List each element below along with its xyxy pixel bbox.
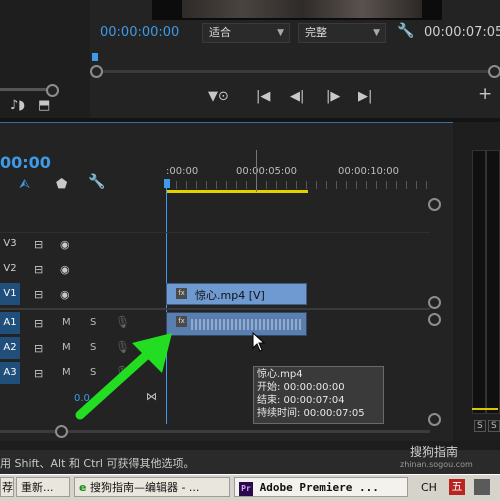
vscroll-knob-bottom[interactable] — [428, 413, 441, 426]
green-arrow-icon — [75, 333, 172, 420]
ruler-tick-0: :00:00 — [166, 166, 199, 177]
export-frame-icon[interactable]: ⬒ — [38, 99, 50, 112]
track-label-a3[interactable]: A3 — [0, 362, 20, 384]
toggle-sync-lock-icon[interactable]: ⊟ — [34, 288, 43, 301]
chevron-down-icon: ▼ — [373, 28, 380, 38]
tooltip-start: 开始: 00:00:00:00 — [257, 382, 345, 393]
watermark-name: 搜狗指南 — [410, 445, 459, 459]
add-button-icon[interactable]: + — [478, 86, 492, 103]
video-frame-content — [182, 0, 422, 18]
video-clip-label: 惊心.mp4 [V] — [195, 289, 265, 302]
vscroll-knob-mid[interactable] — [428, 296, 441, 309]
meter-peak-line — [472, 408, 498, 410]
eye-icon[interactable]: ◉ — [60, 263, 70, 276]
premiere-icon: Pr — [239, 482, 253, 496]
solo-left-button[interactable]: S — [474, 420, 486, 432]
hscroll-knob[interactable] — [55, 425, 68, 438]
taskbar-item-4-label: Adobe Premiere ... — [259, 481, 379, 494]
scrub-knob-left[interactable] — [90, 65, 103, 78]
audio-clip[interactable]: fx — [166, 312, 307, 336]
toggle-sync-lock-icon[interactable]: ⊟ — [34, 342, 43, 355]
video-frame — [152, 0, 442, 20]
snap-icon[interactable]: ⮙ — [19, 178, 30, 191]
taskbar-item-3-label: 搜狗指南—编辑器 - ... — [89, 481, 200, 494]
source-scrollbar[interactable] — [0, 88, 52, 91]
language-indicator[interactable]: CH — [421, 481, 437, 494]
quality-dropdown[interactable]: 完整 ▼ — [298, 23, 386, 43]
solo-right-button[interactable]: S — [488, 420, 500, 432]
track-label-a1[interactable]: A1 — [0, 312, 20, 334]
ime-label: 五 — [451, 480, 463, 493]
toggle-sync-lock-icon[interactable]: ⊟ — [34, 367, 43, 380]
current-time-indicator-line — [256, 150, 257, 192]
ruler-tick-1: 00:00:05:00 — [236, 166, 298, 177]
wrench-icon[interactable]: 🔧 — [397, 24, 414, 38]
step-back-icon[interactable]: ◀| — [290, 90, 304, 103]
tray-icon[interactable] — [474, 479, 490, 495]
track-label-v1[interactable]: V1 — [0, 283, 20, 305]
track-header-v2: V2 ⊟ ◉ — [0, 258, 165, 282]
ruler-tick-2: 00:00:10:00 — [338, 166, 400, 177]
timeline-timecode[interactable]: 00:00 — [0, 153, 51, 172]
toggle-sync-lock-icon[interactable]: ⊟ — [34, 238, 43, 251]
playhead-marker-top[interactable] — [92, 53, 98, 61]
wrench-icon[interactable]: 🔧 — [88, 175, 105, 189]
taskbar-item-2-label: 重新... — [21, 481, 54, 494]
play-icon[interactable]: |▶ — [326, 90, 340, 103]
clip-tooltip: 惊心.mp4 开始: 00:00:00:00 结束: 00:00:07:04 持… — [253, 366, 384, 424]
marker-icon[interactable]: ⬟ — [56, 178, 67, 191]
audio-meter-bar-right — [486, 150, 500, 414]
tooltip-duration: 持续时间: 00:00:07:05 — [257, 408, 365, 419]
track-label-v2[interactable]: V2 — [0, 258, 20, 280]
eye-icon[interactable]: ◉ — [60, 288, 70, 301]
scrub-knob-right[interactable] — [488, 65, 500, 78]
fit-dropdown-value: 适合 — [209, 26, 231, 39]
video-clip[interactable]: fx 惊心.mp4 [V] — [166, 283, 307, 305]
fit-dropdown[interactable]: 适合 ▼ — [202, 23, 290, 43]
vscroll-knob-a[interactable] — [428, 313, 441, 326]
track-header-v3: V3 ⊟ ◉ — [0, 233, 165, 257]
work-area-bar[interactable] — [166, 190, 308, 193]
browser-icon: e — [79, 481, 87, 494]
track-label-a2[interactable]: A2 — [0, 337, 20, 359]
status-hint: 用 Shift、Alt 和 Ctrl 可获得其他选项。 — [0, 457, 195, 470]
audio-only-icon[interactable]: ♪◗ — [10, 99, 25, 112]
quality-dropdown-value: 完整 — [305, 26, 327, 39]
toggle-sync-lock-icon[interactable]: ⊟ — [34, 317, 43, 330]
ruler-ticks[interactable] — [166, 181, 428, 189]
video-audio-divider — [0, 308, 430, 310]
go-to-in-icon[interactable]: |◀ — [256, 90, 270, 103]
program-duration: 00:00:07:05 — [424, 25, 500, 40]
audio-meter-bar-left — [472, 150, 486, 414]
tooltip-end: 结束: 00:00:07:04 — [257, 395, 345, 406]
taskbar-item-premiere[interactable]: Pr Adobe Premiere ... — [234, 477, 408, 497]
go-to-out-icon[interactable]: ▶| — [358, 90, 372, 103]
add-marker-icon[interactable]: ▼⊙ — [208, 90, 229, 103]
chevron-down-icon: ▼ — [277, 28, 284, 38]
timeline-playhead-handle[interactable] — [164, 179, 170, 188]
source-scroll-knob[interactable] — [46, 84, 59, 97]
taskbar-item-1-label: 荐 — [2, 481, 13, 494]
mouse-cursor-icon — [252, 332, 266, 352]
taskbar-item-2[interactable]: 重新... — [16, 477, 70, 497]
tooltip-name: 惊心.mp4 — [257, 369, 303, 380]
toggle-sync-lock-icon[interactable]: ⊟ — [34, 263, 43, 276]
program-timecode[interactable]: 00:00:00:00 — [100, 25, 179, 40]
audio-waveform — [191, 319, 303, 330]
fx-badge-icon: fx — [176, 288, 187, 299]
monitor-scrub-track[interactable] — [95, 70, 495, 73]
track-header-v1: V1 ⊟ ◉ — [0, 283, 165, 307]
taskbar-item-browser[interactable]: e 搜狗指南—编辑器 - ... — [74, 477, 230, 497]
watermark-url: zhinan.sogou.com — [400, 460, 473, 469]
taskbar-item-1[interactable]: 荐 — [0, 477, 14, 497]
ime-icon[interactable]: 五 — [449, 479, 465, 495]
track-label-v3[interactable]: V3 — [0, 233, 20, 255]
vscroll-knob-top[interactable] — [428, 198, 441, 211]
eye-icon[interactable]: ◉ — [60, 238, 70, 251]
